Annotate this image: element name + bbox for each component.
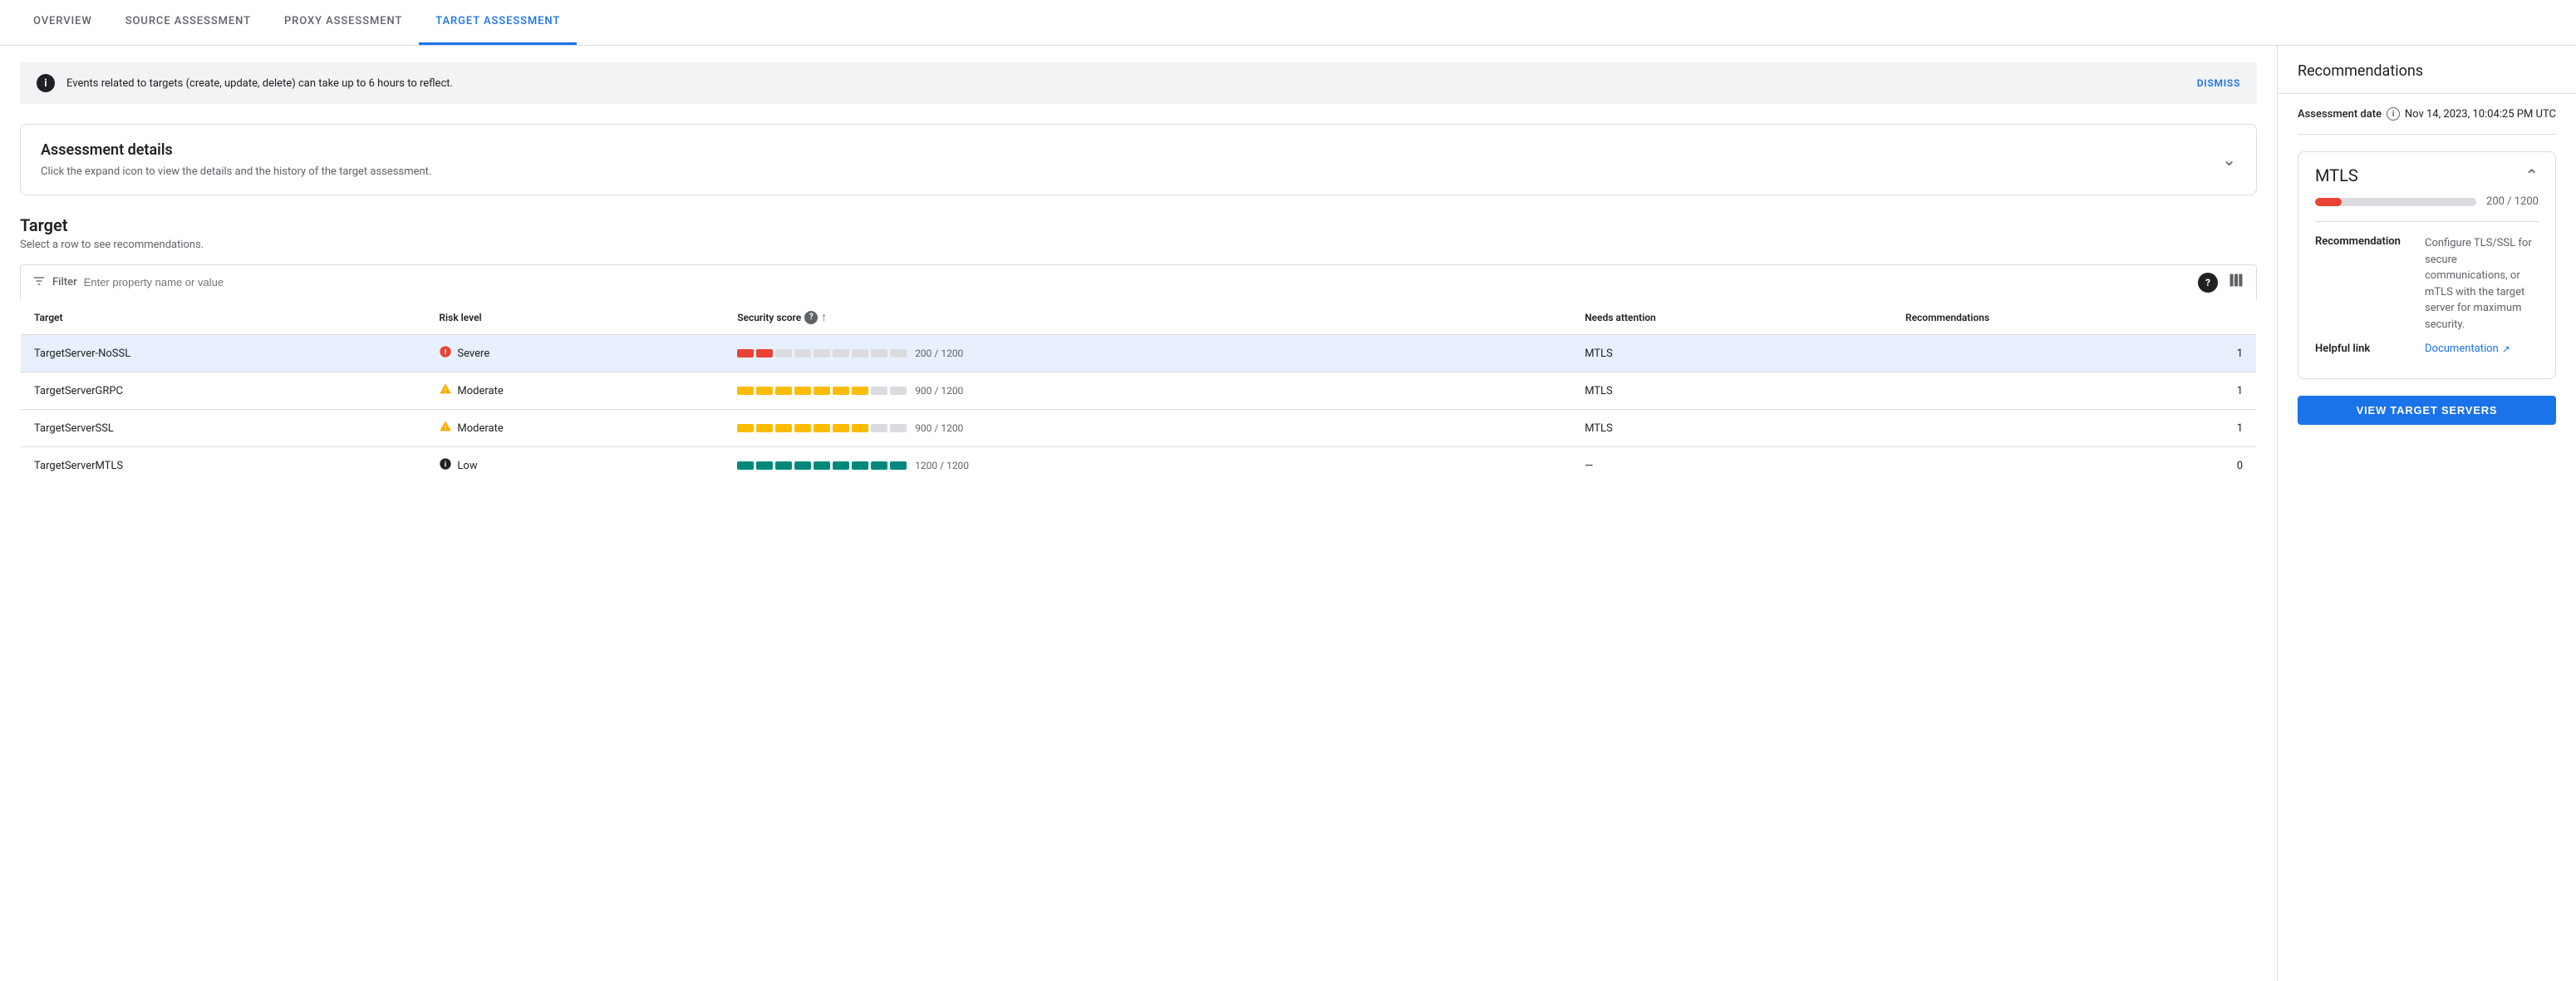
external-link-icon: ↗ <box>2502 343 2510 355</box>
filter-row: Filter ? <box>20 264 2257 299</box>
mtls-title: MTLS <box>2315 165 2358 185</box>
assessment-details-header[interactable]: Assessment details Click the expand icon… <box>41 141 2236 178</box>
mtls-score-row: 200 / 1200 <box>2315 195 2539 222</box>
filter-label: Filter <box>52 276 77 288</box>
svg-text:!: ! <box>445 387 446 394</box>
svg-text:i: i <box>445 460 446 469</box>
date-info-icon[interactable]: i <box>2387 107 2400 121</box>
svg-text:!: ! <box>445 424 446 431</box>
table-header-row: Target Risk level Security score ? ↑ Nee… <box>21 300 2257 335</box>
assessment-details-title: Assessment details <box>41 141 431 159</box>
table-row[interactable]: TargetServer-NoSSL ! Severe 200 / 1200 M… <box>21 335 2257 372</box>
cell-target-name: TargetServer-NoSSL <box>21 335 426 372</box>
score-sort-icon[interactable]: ↑ <box>821 310 827 324</box>
alert-message: Events related to targets (create, updat… <box>66 77 2185 90</box>
col-header-attention: Needs attention <box>1571 300 1892 335</box>
score-help-icon[interactable]: ? <box>804 311 818 324</box>
mtls-score-bar <box>2315 198 2476 206</box>
dismiss-button[interactable]: DISMISS <box>2197 77 2240 89</box>
top-nav: OVERVIEW SOURCE ASSESSMENT PROXY ASSESSM… <box>0 0 2576 46</box>
tab-proxy-assessment[interactable]: PROXY ASSESSMENT <box>268 0 419 45</box>
target-table: Target Risk level Security score ? ↑ Nee… <box>20 299 2257 485</box>
cell-score: 900 / 1200 <box>724 410 1571 447</box>
table-row[interactable]: TargetServerMTLS i Low 1200 / 1200 — 0 <box>21 447 2257 485</box>
assessment-details-card: Assessment details Click the expand icon… <box>20 124 2257 195</box>
help-icon[interactable]: ? <box>2198 273 2218 293</box>
assessment-date-row: Assessment date i Nov 14, 2023, 10:04:25… <box>2298 107 2556 135</box>
target-section-title: Target <box>20 215 2257 235</box>
view-target-servers-button[interactable]: VIEW TARGET SERVERS <box>2298 396 2556 425</box>
cell-score: 1200 / 1200 <box>724 447 1571 485</box>
cell-attention: — <box>1571 447 1892 485</box>
mtls-header: MTLS ⌃ <box>2315 165 2539 185</box>
cell-target-name: TargetServerGRPC <box>21 372 426 410</box>
cell-attention: MTLS <box>1571 372 1892 410</box>
documentation-link[interactable]: Documentation ↗ <box>2425 343 2510 355</box>
main-layout: i Events related to targets (create, upd… <box>0 46 2576 981</box>
risk-icon: ! <box>439 420 452 436</box>
cell-recommendations: 1 <box>1892 372 2257 410</box>
cell-risk-level: ! Severe <box>425 335 724 372</box>
mtls-recommendation-value: Configure TLS/SSL for secure communicati… <box>2425 235 2539 333</box>
filter-right-icons: ? <box>2198 272 2244 293</box>
table-row[interactable]: TargetServerSSL ! Moderate 900 / 1200 MT… <box>21 410 2257 447</box>
col-header-target: Target <box>21 300 426 335</box>
columns-icon[interactable] <box>2228 272 2244 293</box>
cell-attention: MTLS <box>1571 410 1892 447</box>
table-row[interactable]: TargetServerGRPC ! Moderate 900 / 1200 M… <box>21 372 2257 410</box>
mtls-recommendation-label: Recommendation <box>2315 235 2415 333</box>
cell-recommendations: 1 <box>1892 410 2257 447</box>
assessment-date-value: Nov 14, 2023, 10:04:25 PM UTC <box>2405 108 2556 121</box>
target-section-subtitle: Select a row to see recommendations. <box>20 239 2257 251</box>
tab-target-assessment[interactable]: TARGET ASSESSMENT <box>419 0 577 45</box>
cell-score: 900 / 1200 <box>724 372 1571 410</box>
filter-input[interactable] <box>84 276 2191 288</box>
mtls-recommendation-row: Recommendation Configure TLS/SSL for sec… <box>2315 235 2539 333</box>
content-area: i Events related to targets (create, upd… <box>0 46 2277 981</box>
sidebar-title: Recommendations <box>2298 62 2556 80</box>
cell-attention: MTLS <box>1571 335 1892 372</box>
cell-target-name: TargetServerMTLS <box>21 447 426 485</box>
cell-recommendations: 1 <box>1892 335 2257 372</box>
cell-risk-level: ! Moderate <box>425 372 724 410</box>
sidebar-divider <box>2278 93 2576 94</box>
col-header-risk: Risk level <box>425 300 724 335</box>
risk-icon: ! <box>439 382 452 399</box>
mtls-link-row: Helpful link Documentation ↗ <box>2315 343 2539 355</box>
risk-icon: ! <box>439 345 452 362</box>
target-section: Target Select a row to see recommendatio… <box>20 215 2257 485</box>
chevron-down-icon[interactable]: ⌄ <box>2222 150 2236 170</box>
mtls-card: MTLS ⌃ 200 / 1200 Recommendation Configu… <box>2298 151 2556 379</box>
filter-icon <box>32 274 46 291</box>
info-icon: i <box>37 74 55 92</box>
sidebar: Recommendations Assessment date i Nov 14… <box>2277 46 2576 981</box>
tab-overview[interactable]: OVERVIEW <box>17 0 109 45</box>
assessment-details-subtitle: Click the expand icon to view the detail… <box>41 165 431 178</box>
cell-score: 200 / 1200 <box>724 335 1571 372</box>
col-header-recommendations: Recommendations <box>1892 300 2257 335</box>
cell-risk-level: ! Moderate <box>425 410 724 447</box>
mtls-bar-fill <box>2315 198 2342 206</box>
cell-recommendations: 0 <box>1892 447 2257 485</box>
alert-banner: i Events related to targets (create, upd… <box>20 62 2257 104</box>
assessment-date-label: Assessment date i <box>2298 107 2400 121</box>
mtls-score-text: 200 / 1200 <box>2486 195 2539 208</box>
tab-source-assessment[interactable]: SOURCE ASSESSMENT <box>109 0 268 45</box>
mtls-chevron-up-icon[interactable]: ⌃ <box>2524 165 2539 185</box>
col-header-score: Security score ? ↑ <box>724 300 1571 335</box>
app-container: OVERVIEW SOURCE ASSESSMENT PROXY ASSESSM… <box>0 0 2576 981</box>
mtls-helpful-link-label: Helpful link <box>2315 343 2415 355</box>
risk-icon: i <box>439 457 452 474</box>
cell-risk-level: i Low <box>425 447 724 485</box>
cell-target-name: TargetServerSSL <box>21 410 426 447</box>
